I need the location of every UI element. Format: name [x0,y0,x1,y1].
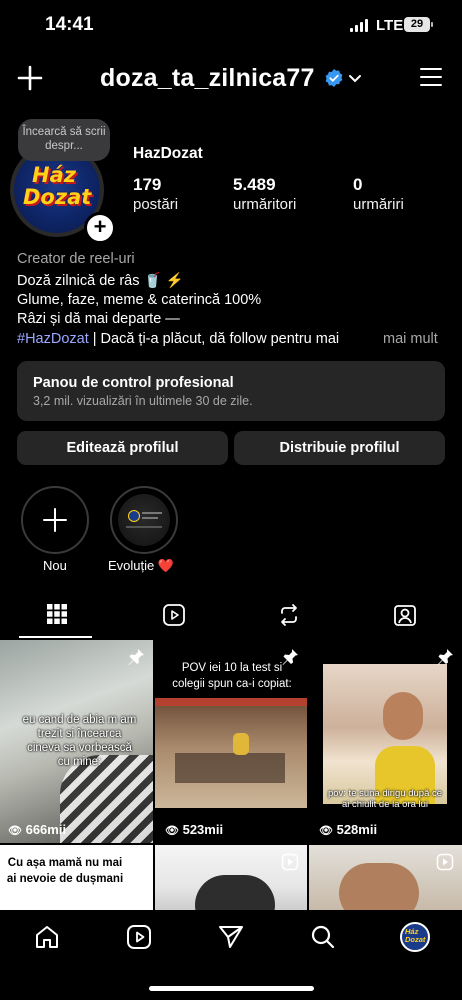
post-3-caption: pov: te suna dirigu după ce ai chiulit d… [327,788,443,810]
hamburger-menu-button[interactable] [420,66,444,88]
nav-messages[interactable] [218,924,244,950]
post-3-views-count: 528mii [336,822,378,837]
reels-icon [163,604,185,626]
nav-avatar-logo: Ház Dozat [405,928,425,944]
battery-icon: 29 [404,17,430,32]
reposts-icon [281,604,297,626]
profile-note-bubble[interactable]: Încearcă să scrii despr... [18,119,110,161]
post-1-views-count: 666mii [25,822,67,837]
post-5-image [195,875,275,915]
views-eye-icon: 👁 [8,825,22,837]
dashboard-title: Panou de control profesional [33,375,234,391]
following-count[interactable]: 0 [353,175,362,195]
post-tile-3[interactable]: pov: te suna dirigu după ce ai chiulit d… [309,640,462,843]
profile-category: Creator de reel-uri [17,251,135,267]
bio-more-link[interactable]: mai mult [383,331,438,347]
tab-reposts[interactable] [277,603,301,627]
posts-label[interactable]: postări [133,196,178,213]
verified-badge-icon [324,68,344,88]
highlight-evolutie-label: Evoluție ❤️ [108,558,175,573]
nav-home[interactable] [34,924,60,950]
post-1-caption: eu cand de abia m am trezit si încearca … [22,714,137,768]
post-tile-1[interactable]: eu cand de abia m am trezit si încearca … [0,640,153,843]
followers-label[interactable]: urmăritori [233,196,296,213]
highlight-evolutie-circle[interactable] [110,486,178,554]
highlight-new-label: Nou [43,558,67,573]
edit-profile-button[interactable]: Editează profilul [17,431,228,465]
avatar-logo-text-1: Ház [32,163,76,187]
bio-line-1: Doză zilnică de râs 🥤 ⚡ [17,273,184,289]
post-tile-6[interactable] [309,845,462,915]
post-tile-4[interactable]: Cu așa mamă nu mai ai nevoie de dușmani [0,845,153,915]
dashboard-subtitle: 3,2 mil. vizualizări în ultimele 30 de z… [33,394,253,408]
highlight-thumbnail [118,494,170,546]
pin-icon [128,649,144,665]
reels-icon [127,925,151,949]
views-eye-icon: 👁 [165,825,179,837]
bio-line-4: #HazDozat | Dacă ți-a plăcut, dă follow … [17,331,339,347]
tab-tagged[interactable] [393,603,417,627]
signal-icon [350,18,372,32]
post-3-views: 👁 528mii [319,822,377,837]
plus-icon [17,65,43,91]
tab-posts-grid[interactable] [46,603,70,627]
home-icon [36,926,58,948]
new-post-button[interactable] [16,64,44,92]
profile-username[interactable]: doza_ta_zilnica77 [100,64,315,93]
post-6-image [339,863,419,915]
reel-icon [127,853,145,871]
grid-icon [47,604,67,624]
views-eye-icon: 👁 [319,825,333,837]
bio-line-4-text: | Dacă ți-a plăcut, dă follow pentru mai [88,331,340,347]
bio-line-3: Râzi și dă mai departe — [17,311,180,327]
avatar-logo-text-2: Dozat [23,185,92,209]
home-indicator [149,986,314,991]
nav-search[interactable] [310,924,336,950]
reel-icon [281,853,299,871]
search-icon [311,925,335,949]
tab-reels[interactable] [162,603,186,627]
followers-count[interactable]: 5.489 [233,175,276,195]
reel-icon [436,853,454,871]
send-icon [219,926,243,948]
highlight-new-circle[interactable] [21,486,89,554]
post-tile-2[interactable]: POV iei 10 la test si colegii spun ca-i … [155,640,307,843]
add-story-plus-icon[interactable]: + [84,212,116,244]
post-2-views-count: 523mii [182,822,224,837]
tagged-icon [394,605,416,626]
bio-hashtag-link[interactable]: #HazDozat [17,331,89,347]
post-1-views: 👁 666mii [8,822,66,837]
active-tab-indicator [19,636,92,638]
plus-icon [43,508,67,532]
share-profile-button[interactable]: Distribuie profilul [234,431,445,465]
account-switch-chevron-icon[interactable] [348,72,362,84]
nav-profile-avatar[interactable]: Ház Dozat [400,922,430,952]
post-2-image [155,698,307,808]
nav-reels[interactable] [126,924,152,950]
nav-avatar-text-2: Dozat [405,935,426,944]
pin-icon [437,649,453,665]
post-2-caption: POV iei 10 la test si colegii spun ca-i … [172,662,292,690]
following-label[interactable]: urmăriri [353,196,404,213]
network-type: LTE [376,17,404,34]
post-3-image [323,664,447,804]
display-name: HazDozat [133,145,203,162]
post-tile-5[interactable] [155,845,307,915]
status-time: 14:41 [45,14,94,35]
post-2-views: 👁 523mii [165,822,223,837]
post-4-caption: Cu așa mamă nu mai ai nevoie de dușmani [6,857,124,885]
bio-line-2: Glume, faze, meme & caterincă 100% [17,292,262,308]
posts-count[interactable]: 179 [133,175,161,195]
professional-dashboard-card[interactable]: Panou de control profesional 3,2 mil. vi… [17,361,445,421]
pin-icon [282,649,298,665]
battery-cap [431,22,433,27]
